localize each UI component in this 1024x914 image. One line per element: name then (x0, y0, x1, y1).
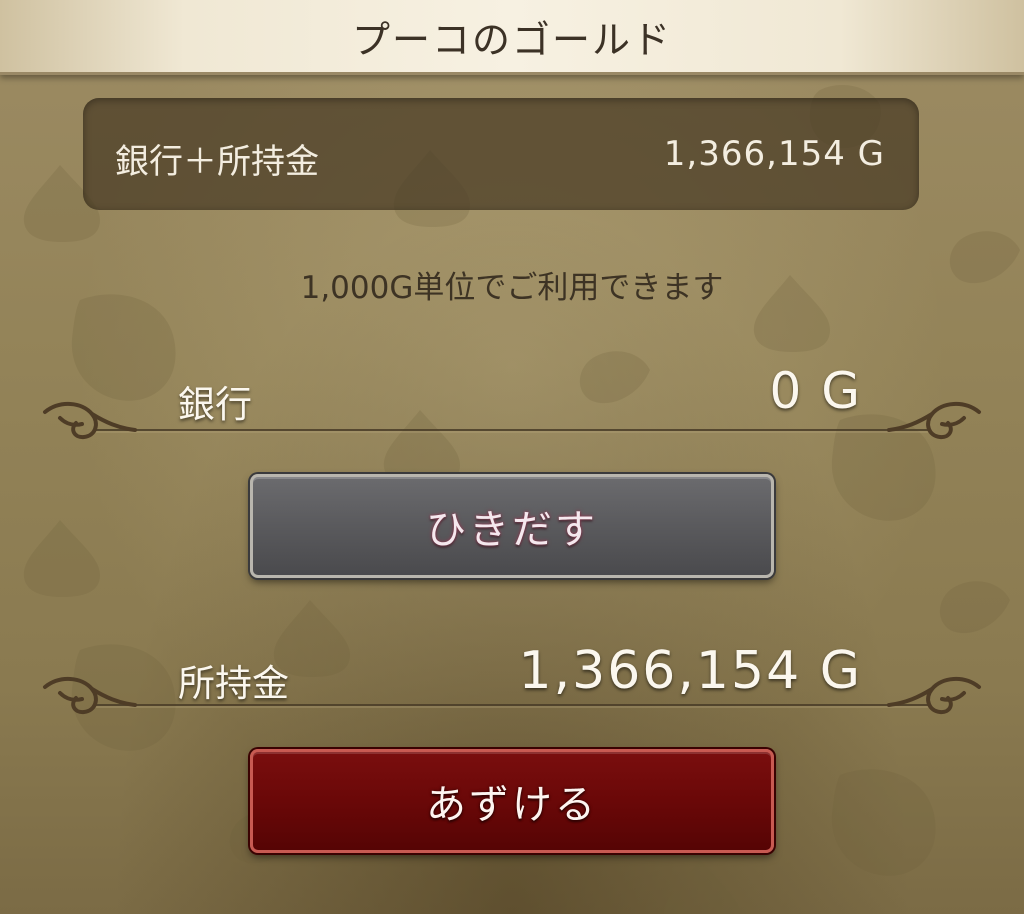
gold-bank-screen: プーコのゴールド 銀行＋所持金 1,366,154 G 1,000G単位でご利用… (0, 0, 1024, 914)
total-gold-value: 1,366,154 G (663, 134, 885, 174)
withdraw-button[interactable]: ひきだす (250, 474, 774, 578)
page-title: プーコのゴールド (351, 17, 672, 62)
unit-notice: 1,000G単位でご利用できます (300, 270, 724, 306)
bank-divider (43, 402, 981, 440)
total-gold-label: 銀行＋所持金 (115, 142, 319, 182)
total-gold-panel: 銀行＋所持金 1,366,154 G (83, 98, 919, 210)
deposit-button[interactable]: あずける (250, 749, 774, 853)
wallet-divider (43, 677, 981, 715)
title-bar: プーコのゴールド (0, 0, 1024, 75)
